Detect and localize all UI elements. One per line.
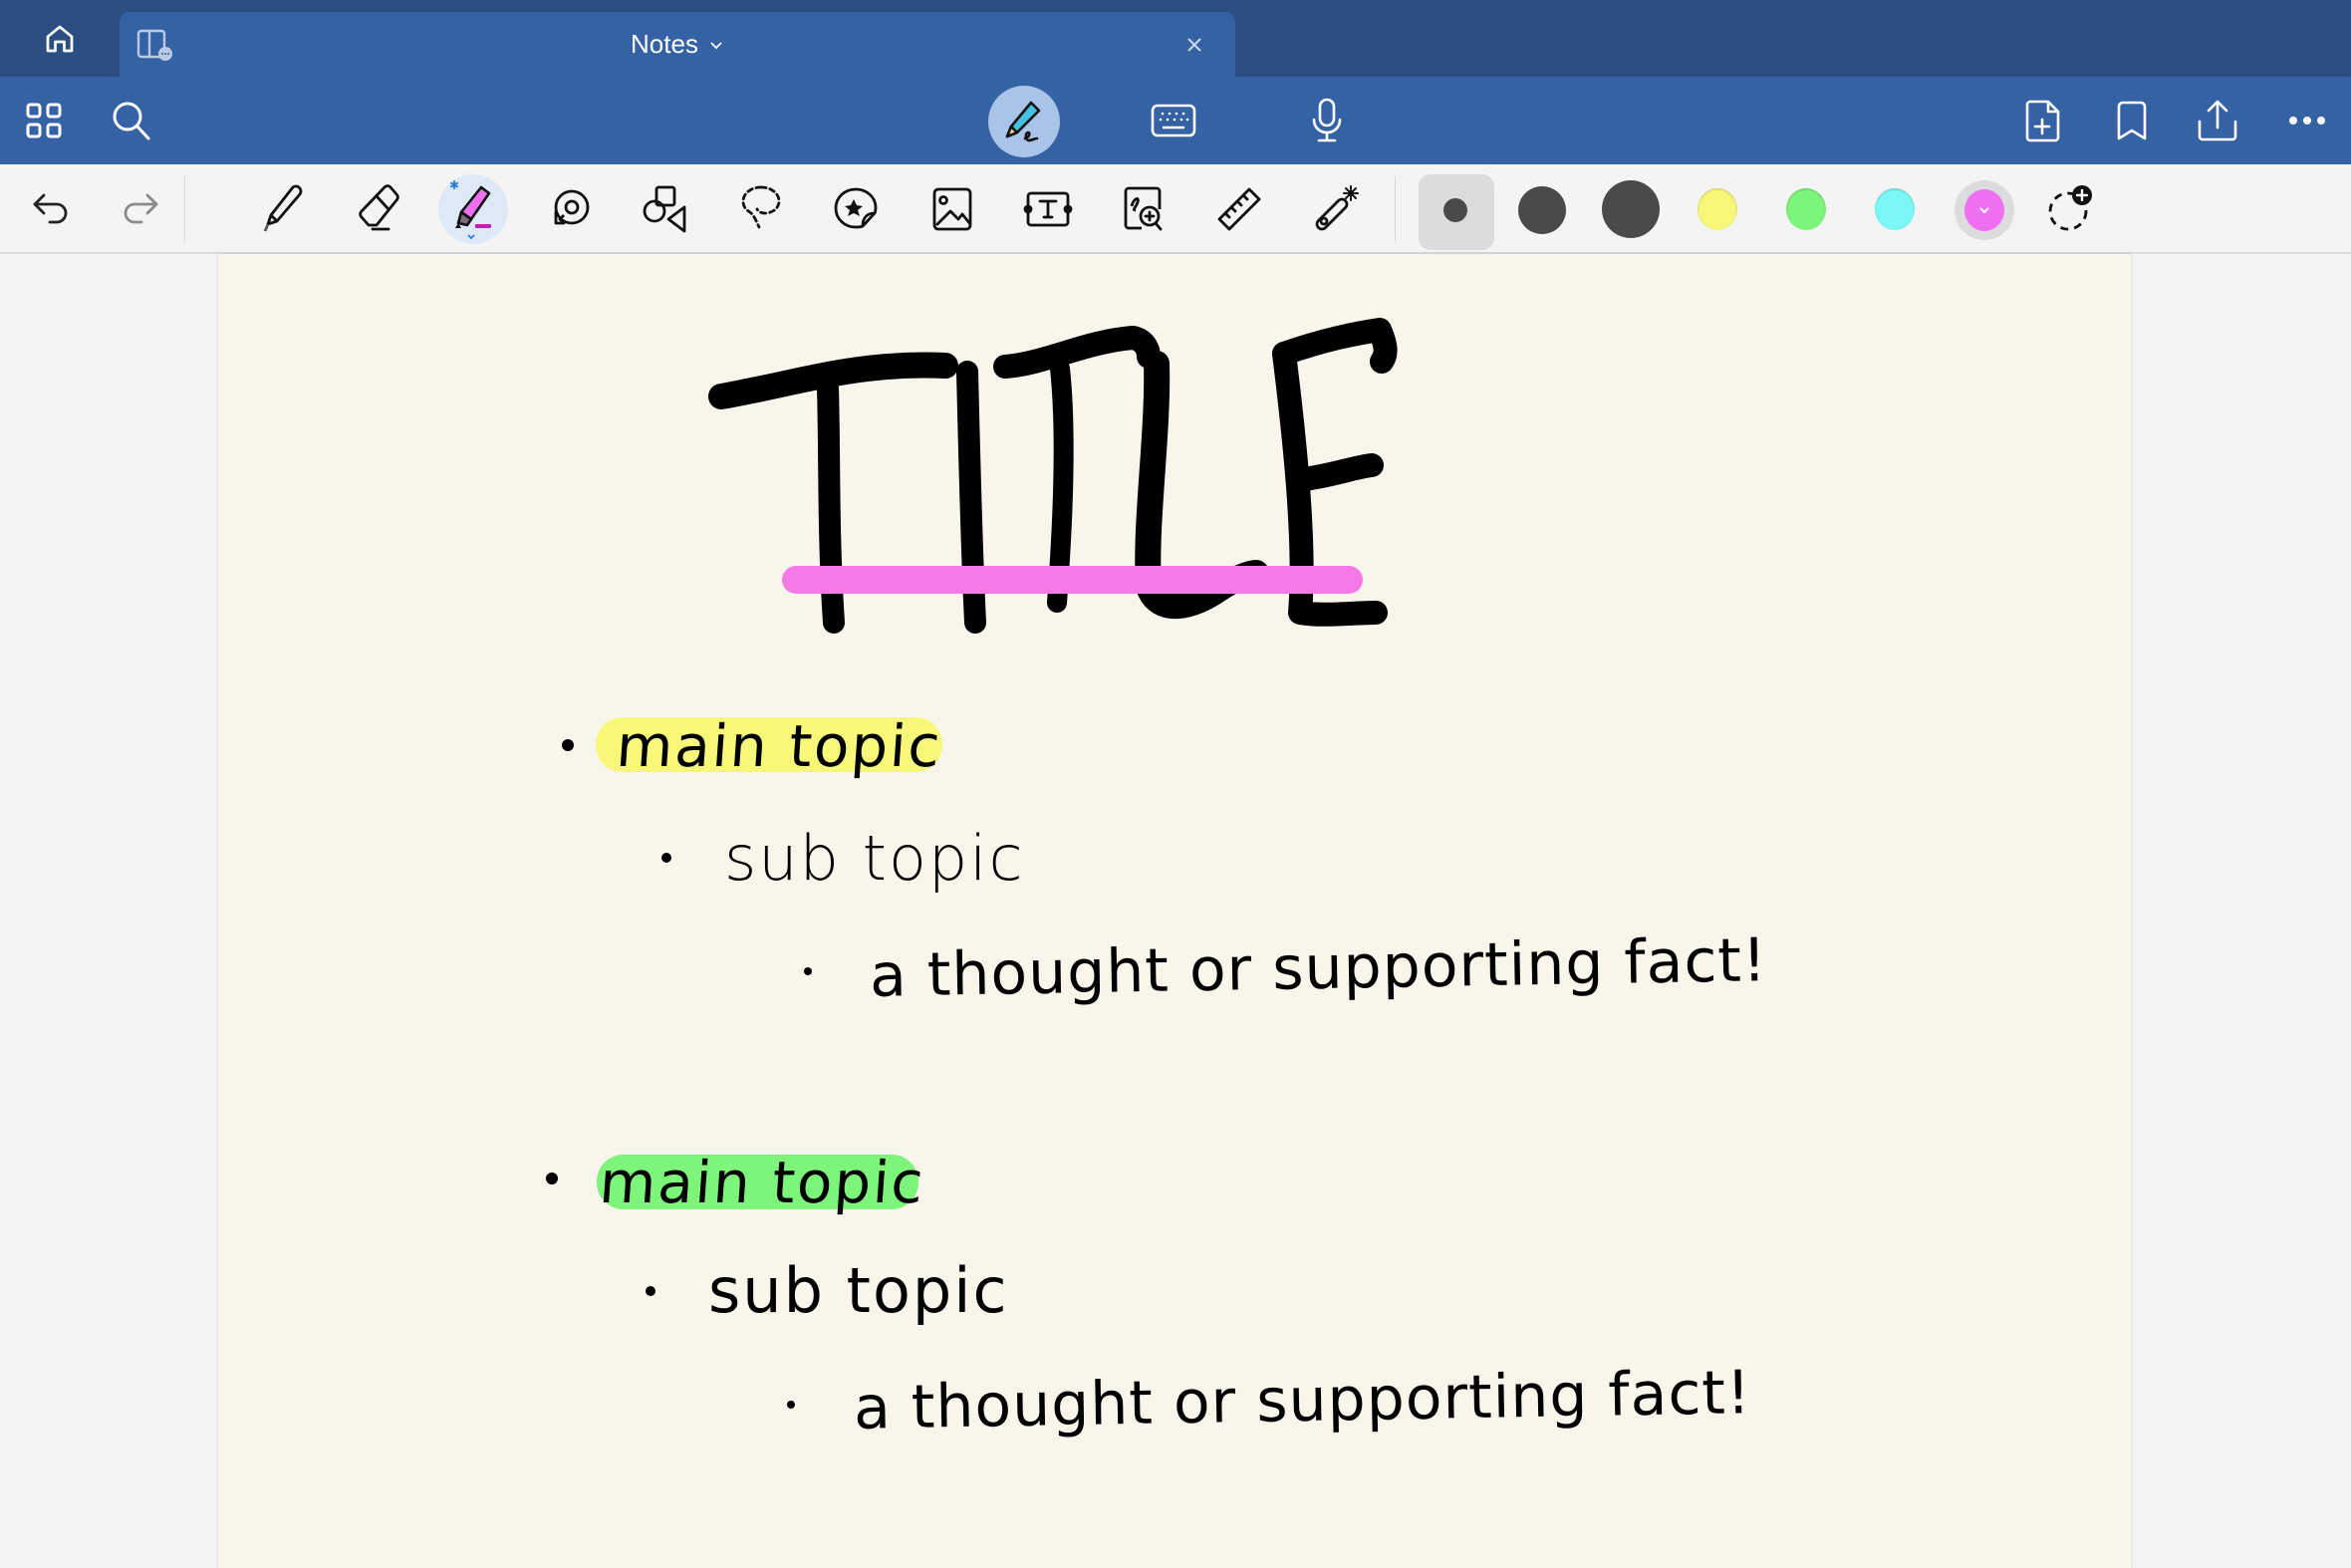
outline-item-main-topic: main topic [597, 1149, 927, 1216]
pen-icon [263, 184, 303, 232]
add-color-button[interactable] [2038, 177, 2102, 241]
keyboard-icon [1151, 104, 1196, 137]
pen-tool[interactable] [251, 177, 315, 241]
sticker-icon [834, 187, 878, 229]
bullet [661, 853, 671, 863]
size-large[interactable] [1602, 180, 1660, 238]
drawing-toolbar: ✱ [0, 164, 2351, 254]
ruler-icon [1217, 187, 1261, 231]
sticker-tool[interactable] [825, 177, 889, 241]
home-icon [46, 25, 74, 52]
add-page-icon [2025, 100, 2060, 142]
handwriting-mode-button[interactable] [988, 86, 1060, 157]
close-icon [1187, 38, 1201, 52]
chevron-down-icon [710, 41, 722, 49]
toolbar-divider [1395, 176, 1396, 242]
color-yellow[interactable] [1698, 188, 1737, 230]
undo-button[interactable] [20, 177, 84, 241]
search-button[interactable] [102, 91, 161, 150]
text-box-tool[interactable] [1016, 177, 1080, 241]
ruler-tool[interactable] [1207, 177, 1271, 241]
highlighter-icon: ✱ [449, 178, 491, 240]
bullet [646, 1286, 655, 1296]
laser-pointer-icon [1315, 185, 1359, 231]
lasso-tool[interactable] [729, 177, 793, 241]
tab-bar: Notes [0, 0, 2351, 77]
keyboard-mode-button[interactable] [1144, 91, 1203, 150]
bullet [787, 1401, 795, 1409]
redo-button[interactable] [108, 177, 171, 241]
color-pink[interactable] [1964, 189, 2004, 231]
size-small[interactable] [1443, 198, 1467, 222]
close-tab-button[interactable] [1179, 30, 1209, 60]
size-medium[interactable] [1518, 186, 1566, 234]
all-notes-button[interactable] [14, 91, 74, 150]
outline-item-sub-topic: sub topic [708, 1254, 1009, 1327]
tab-title-label: Notes [631, 29, 698, 59]
bookmark-button[interactable] [2102, 91, 2162, 150]
more-icon [2289, 117, 2325, 125]
tab-title[interactable]: Notes [120, 12, 1235, 77]
bullet [562, 739, 574, 751]
image-icon [932, 187, 972, 231]
image-tool[interactable] [920, 177, 984, 241]
zoom-window-tool[interactable] [1112, 177, 1176, 241]
more-button[interactable] [2277, 91, 2337, 150]
outline-item-sub-topic: sub topic [724, 822, 1025, 895]
tape-icon [554, 189, 590, 225]
text-box-icon [1023, 191, 1073, 227]
share-icon [2198, 100, 2237, 141]
handwriting-mode-icon [1005, 101, 1041, 142]
shapes-icon [643, 185, 686, 233]
add-page-button[interactable] [2014, 91, 2074, 150]
share-button[interactable] [2188, 91, 2247, 150]
document-tab[interactable]: Notes [120, 12, 1235, 77]
redo-icon [124, 193, 158, 224]
microphone-icon [1312, 98, 1342, 142]
shapes-tool[interactable] [634, 177, 697, 241]
zoom-window-icon [1124, 186, 1163, 231]
bullet [804, 967, 812, 975]
add-color-icon [2048, 185, 2092, 231]
note-page[interactable]: TITLE main topic sub topic a thought or … [218, 254, 2131, 1568]
dictation-button[interactable] [1297, 91, 1357, 150]
lasso-icon [741, 185, 781, 229]
chevron-down-icon [1979, 207, 1989, 214]
undo-icon [33, 193, 68, 224]
home-button[interactable] [0, 0, 120, 77]
search-icon [113, 102, 150, 140]
eraser-tool[interactable] [347, 177, 410, 241]
color-green[interactable] [1786, 188, 1826, 230]
bookmark-icon [2117, 101, 2147, 140]
toolbar-divider [184, 176, 185, 242]
grid-icon [26, 103, 62, 138]
title-underline [782, 566, 1363, 594]
color-cyan[interactable] [1875, 188, 1915, 230]
main-toolbar [0, 77, 2351, 164]
tape-tool[interactable] [538, 177, 602, 241]
eraser-icon [359, 184, 399, 231]
laser-pointer-tool[interactable] [1303, 177, 1367, 241]
svg-text:✱: ✱ [449, 178, 459, 192]
outline-item-main-topic: main topic [614, 712, 944, 780]
highlighter-tool[interactable]: ✱ [441, 177, 505, 241]
bullet [546, 1173, 558, 1184]
